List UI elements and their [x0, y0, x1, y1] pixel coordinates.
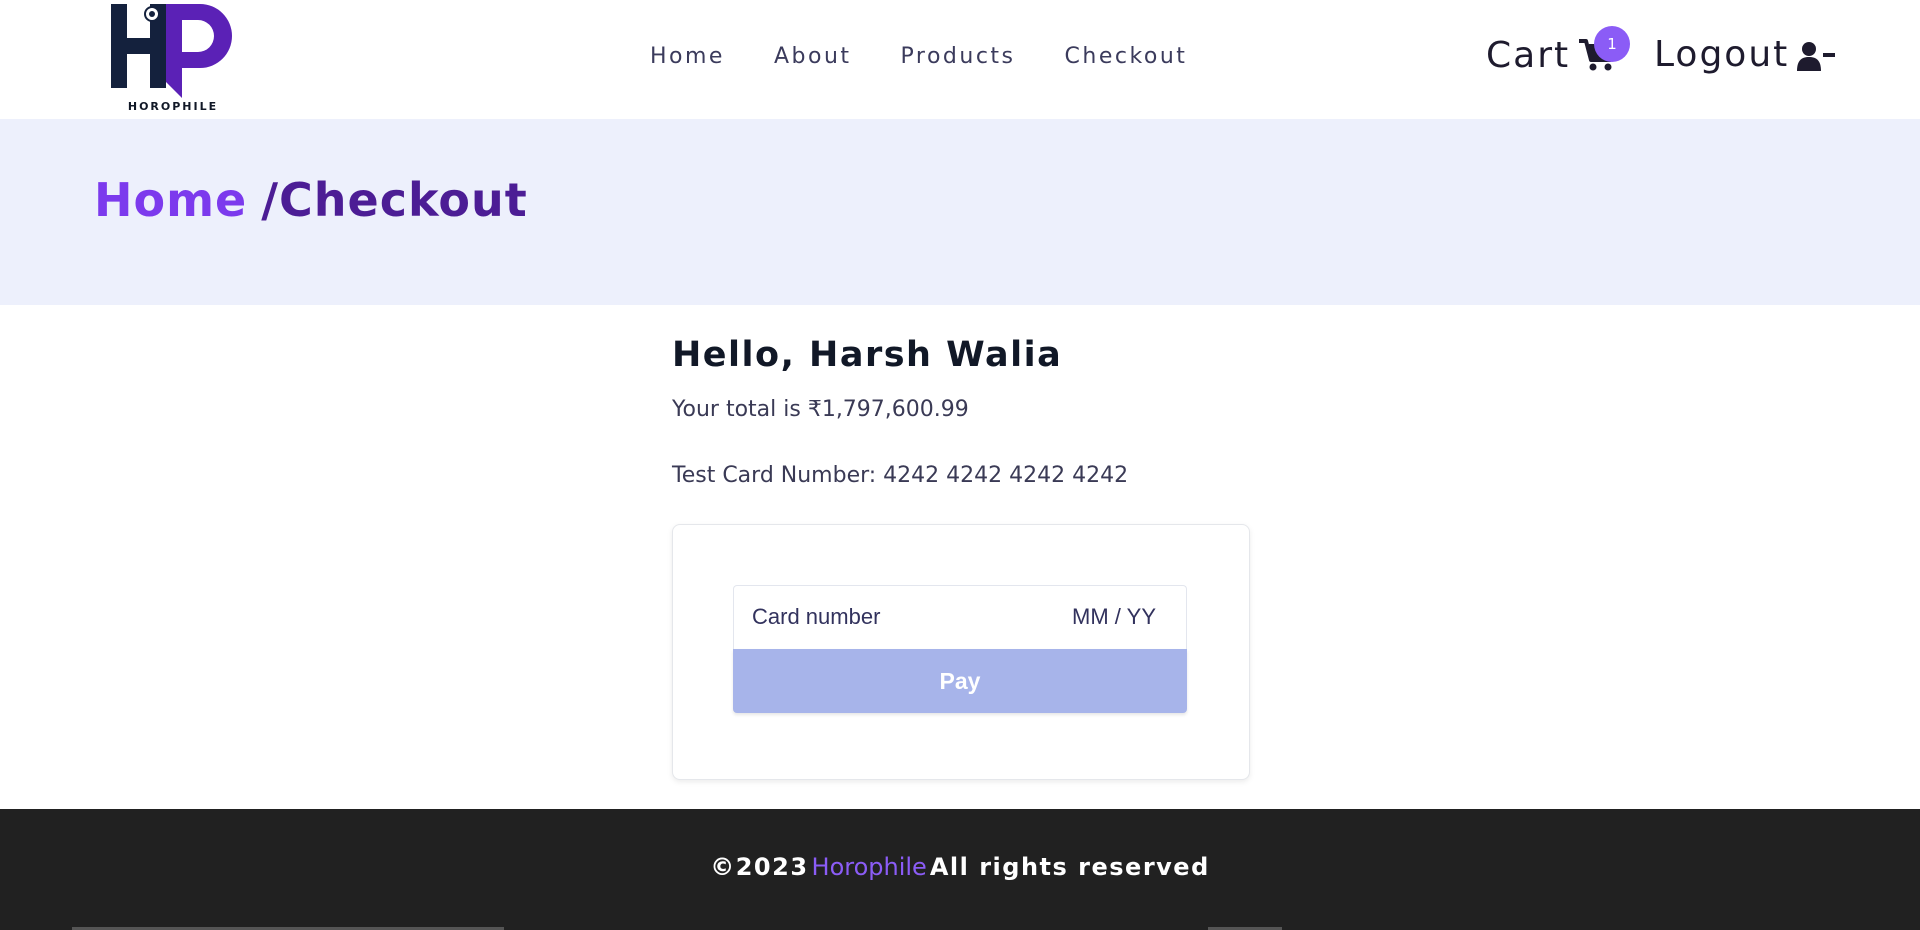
breadcrumb-band: Home/Checkout — [0, 119, 1920, 305]
breadcrumb: Home/Checkout — [94, 173, 528, 227]
breadcrumb-home-link[interactable]: Home — [94, 173, 247, 227]
nav-about[interactable]: About — [774, 44, 852, 69]
main-nav: Home About Products Checkout — [650, 44, 1236, 69]
copyright-year: ©2023 — [710, 853, 809, 881]
rights-text: All rights reserved — [929, 853, 1210, 881]
card-number-input[interactable] — [752, 604, 1012, 630]
site-footer: ©2023 Horophile All rights reserved — [0, 809, 1920, 930]
site-header: HOROPHILE Home About Products Checkout C… — [0, 0, 1920, 119]
card-expiry-input[interactable] — [1056, 604, 1156, 630]
nav-checkout[interactable]: Checkout — [1065, 44, 1188, 69]
footer-copyright: ©2023 Horophile All rights reserved — [0, 853, 1920, 881]
user-minus-icon — [1797, 41, 1836, 75]
cart-label: Cart — [1486, 34, 1571, 76]
nav-products[interactable]: Products — [901, 44, 1016, 69]
pay-button[interactable]: Pay — [733, 649, 1187, 713]
cart-link[interactable]: Cart 1 — [1486, 26, 1630, 76]
cart-count-badge: 1 — [1594, 26, 1630, 62]
card-element — [733, 585, 1187, 649]
footer-brand-link[interactable]: Horophile — [812, 853, 927, 881]
logout-label: Logout — [1654, 34, 1790, 75]
nav-home[interactable]: Home — [650, 44, 725, 69]
payment-card: Pay — [672, 524, 1250, 780]
logo-mark — [111, 4, 232, 98]
greeting-heading: Hello, Harsh Walia — [672, 335, 1063, 375]
brand-logo[interactable]: HOROPHILE — [108, 2, 238, 114]
breadcrumb-current: /Checkout — [261, 173, 528, 227]
test-card-note: Test Card Number: 4242 4242 4242 4242 — [672, 463, 1129, 488]
order-total: Your total is ₹1,797,600.99 — [672, 397, 969, 422]
brand-name: HOROPHILE — [127, 100, 219, 113]
logout-link[interactable]: Logout — [1654, 34, 1836, 75]
